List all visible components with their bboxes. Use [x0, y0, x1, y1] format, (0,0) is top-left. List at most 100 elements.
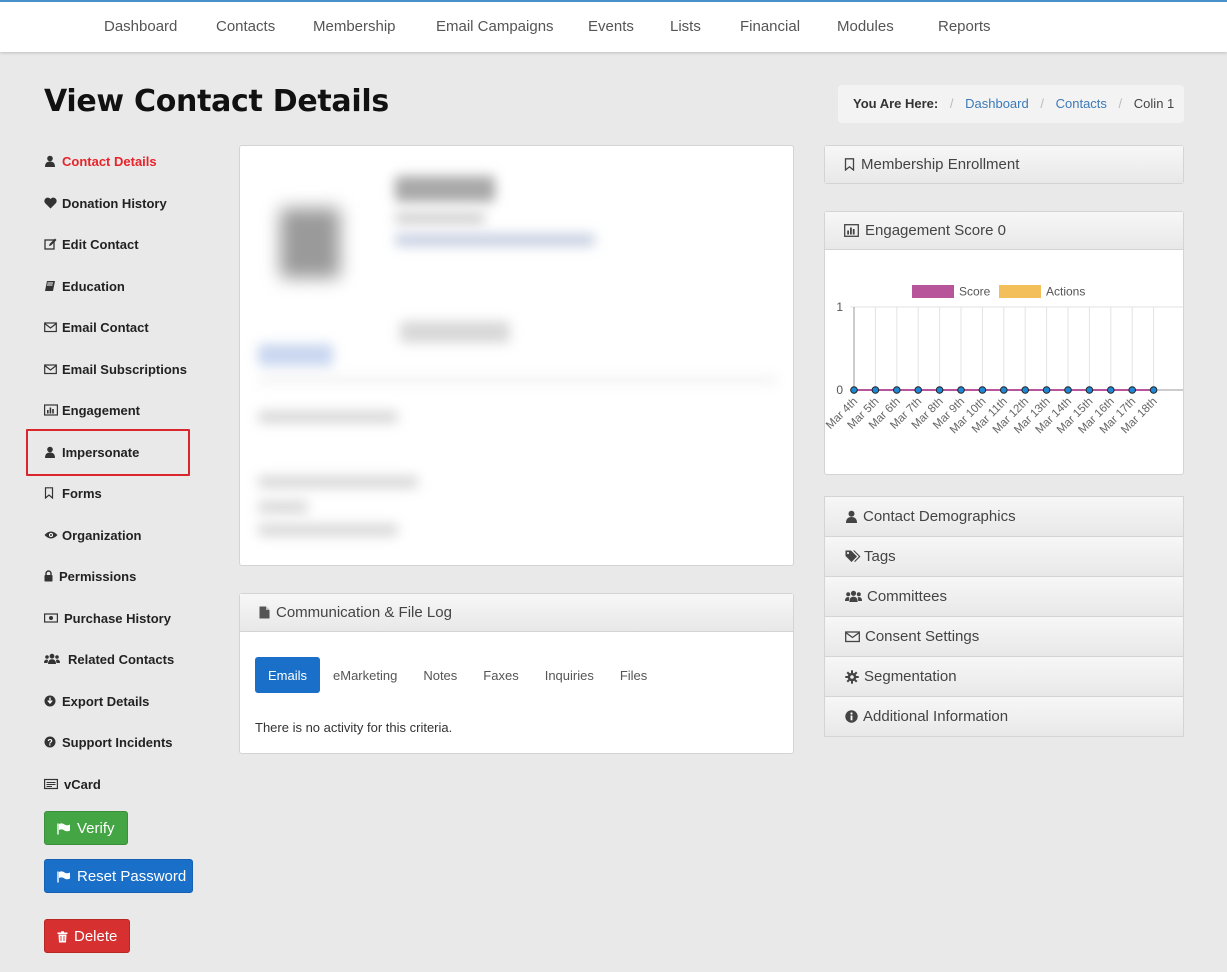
- data-point: [914, 386, 922, 394]
- eye-icon: [44, 529, 58, 541]
- sidebar-item-label: Email Subscriptions: [62, 361, 187, 377]
- page-title: View Contact Details: [44, 84, 389, 119]
- data-point: [871, 386, 880, 394]
- section-contact-demographics[interactable]: Contact Demographics: [824, 496, 1184, 537]
- nav-contacts[interactable]: Contacts: [216, 18, 275, 35]
- data-point: [1000, 386, 1008, 394]
- svg-text:?: ?: [47, 737, 53, 747]
- money-icon: [44, 612, 59, 624]
- tab-files[interactable]: Files: [607, 657, 660, 693]
- heart-icon: [44, 197, 57, 209]
- sidebar-item-label: Donation History: [62, 195, 167, 211]
- question-icon: ?: [44, 736, 56, 748]
- data-point: [893, 386, 901, 394]
- sidebar-item-export-details[interactable]: Export Details: [44, 692, 149, 710]
- data-point: [1021, 386, 1029, 394]
- section-label: Tags: [864, 548, 896, 565]
- sidebar-item-purchase-history[interactable]: Purchase History: [44, 609, 171, 627]
- communication-log-header: Communication & File Log: [240, 594, 793, 632]
- sidebar-item-forms[interactable]: Forms: [44, 484, 102, 502]
- nav-dashboard[interactable]: Dashboard: [104, 18, 177, 35]
- tab-emarketing[interactable]: eMarketing: [320, 657, 410, 693]
- sidebar-item-email-contact[interactable]: Email Contact: [44, 318, 149, 336]
- bookmark-icon: [44, 487, 56, 500]
- delete-button[interactable]: Delete: [44, 919, 130, 953]
- breadcrumb-dashboard-link[interactable]: Dashboard: [965, 96, 1029, 111]
- y-tick-label: 1: [836, 300, 843, 314]
- section-label: Committees: [867, 588, 948, 605]
- chart-legend: Score Actions: [912, 285, 1085, 299]
- sidebar-item-engagement[interactable]: Engagement: [44, 401, 140, 419]
- nav-reports[interactable]: Reports: [938, 18, 991, 35]
- sidebar-item-edit-contact[interactable]: Edit Contact: [44, 235, 139, 253]
- data-point: [957, 386, 965, 394]
- user-icon: [44, 155, 56, 167]
- file-icon: [259, 606, 270, 619]
- download-icon: [44, 695, 56, 707]
- data-point: [1149, 386, 1158, 394]
- section-label: Segmentation: [864, 668, 957, 685]
- sidebar-item-organization[interactable]: Organization: [44, 526, 141, 544]
- breadcrumb-label: You Are Here:: [853, 96, 939, 111]
- bar-chart-icon: [844, 224, 859, 237]
- verify-button[interactable]: Verify: [44, 811, 128, 845]
- tags-icon: [845, 550, 862, 563]
- sidebar-item-impersonate[interactable]: Impersonate: [44, 443, 139, 461]
- nav-events[interactable]: Events: [588, 18, 634, 35]
- profile-card: [239, 145, 794, 566]
- sidebar-item-label: Permissions: [59, 568, 137, 584]
- data-point: [978, 386, 987, 394]
- avatar: [280, 208, 340, 278]
- nav-modules[interactable]: Modules: [837, 18, 894, 35]
- legend-swatch: [999, 285, 1041, 298]
- bar-chart-icon: [44, 404, 59, 416]
- book-icon: [44, 280, 56, 292]
- trash-icon: [57, 930, 68, 943]
- legend-label: Actions: [1046, 285, 1085, 299]
- data-point: [1128, 386, 1137, 394]
- section-tags[interactable]: Tags: [824, 536, 1184, 577]
- legend-label: Score: [959, 285, 991, 299]
- sidebar-item-label: Organization: [62, 527, 142, 543]
- sidebar-item-label: Purchase History: [64, 610, 171, 626]
- section-consent-settings[interactable]: Consent Settings: [824, 616, 1184, 657]
- breadcrumb-current: Colin 1: [1133, 96, 1175, 111]
- nav-financial[interactable]: Financial: [740, 18, 800, 35]
- sidebar-item-contact-details[interactable]: Contact Details: [44, 152, 157, 170]
- sidebar-item-donation-history[interactable]: Donation History: [44, 194, 167, 212]
- tab-emails[interactable]: Emails: [255, 657, 321, 693]
- sidebar-item-vcard[interactable]: vCard: [44, 775, 101, 793]
- sidebar-item-support-incidents[interactable]: ? Support Incidents: [44, 733, 173, 751]
- blurred-email: [395, 234, 595, 246]
- sidebar-item-label: Email Contact: [62, 319, 149, 335]
- reset-password-button[interactable]: Reset Password: [44, 859, 193, 893]
- section-label: Contact Demographics: [863, 508, 1016, 525]
- sidebar-item-label: Forms: [62, 485, 102, 501]
- section-additional-information[interactable]: Additional Information: [824, 696, 1184, 737]
- section-segmentation[interactable]: Segmentation: [824, 656, 1184, 697]
- section-committees[interactable]: Committees: [824, 576, 1184, 617]
- nav-email-campaigns[interactable]: Email Campaigns: [436, 18, 554, 35]
- data-point: [1042, 386, 1051, 394]
- delete-button-label: Delete: [74, 927, 118, 945]
- nav-lists[interactable]: Lists: [670, 18, 701, 35]
- sidebar-item-label: Export Details: [62, 693, 150, 709]
- sidebar-item-related-contacts[interactable]: Related Contacts: [44, 650, 174, 668]
- tab-faxes[interactable]: Faxes: [470, 657, 531, 693]
- chart-axis: 01: [836, 300, 1183, 397]
- membership-enrollment-header[interactable]: Membership Enrollment: [825, 146, 1183, 183]
- sidebar-item-email-subscriptions[interactable]: Email Subscriptions: [44, 360, 187, 378]
- section-label: Additional Information: [863, 708, 1009, 725]
- nav-membership[interactable]: Membership: [313, 18, 396, 35]
- engagement-score-panel: Engagement Score 0 Score Actions 01 Mar 4…: [824, 211, 1184, 475]
- membership-enrollment-panel[interactable]: Membership Enrollment: [824, 145, 1184, 184]
- sidebar-item-education[interactable]: Education: [44, 277, 125, 295]
- edit-icon: [44, 238, 57, 250]
- tab-notes[interactable]: Notes: [410, 657, 470, 693]
- breadcrumb-contacts-link[interactable]: Contacts: [1056, 96, 1107, 111]
- tab-inquiries[interactable]: Inquiries: [532, 657, 607, 693]
- sidebar-item-label: Support Incidents: [62, 734, 173, 750]
- blurred-text: [258, 524, 398, 536]
- sidebar-item-label: Contact Details: [62, 153, 157, 169]
- sidebar-item-permissions[interactable]: Permissions: [44, 567, 136, 585]
